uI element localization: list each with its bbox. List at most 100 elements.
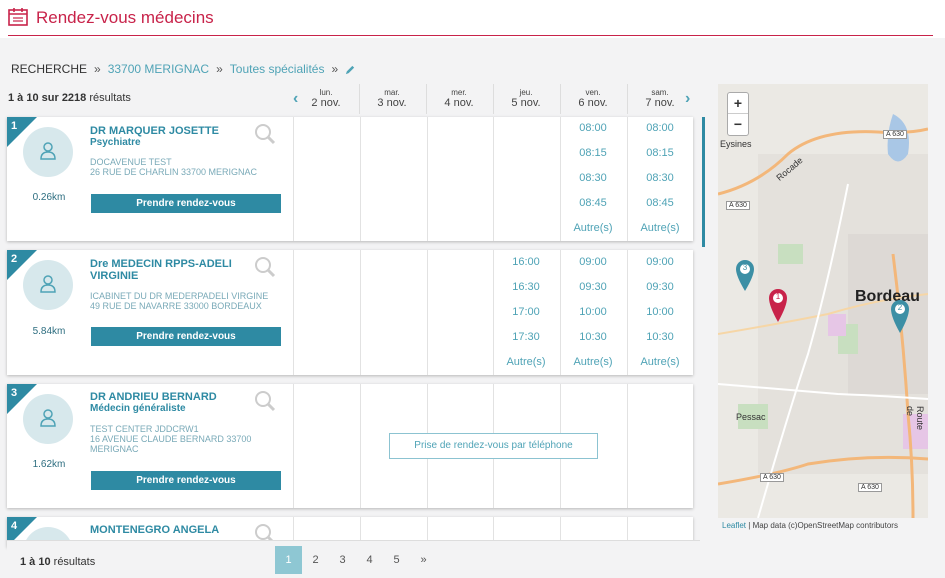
column-divider [627,384,628,508]
map[interactable]: + − Eysines Rocade Bordeau Pessac Route … [718,84,928,518]
time-slot[interactable]: 10:30 [627,331,693,343]
column-divider [493,117,494,241]
more-slots-link[interactable]: Autre(s) [627,222,693,234]
map-marker[interactable]: 2 [889,298,911,334]
pagination-bar: 1 à 10 résultats 1 2 3 4 5 » [7,540,700,578]
book-appointment-button[interactable]: Prendre rendez-vous [91,471,281,490]
time-slot[interactable]: 16:30 [493,281,559,293]
breadcrumb-specialty[interactable]: Toutes spécialités [230,62,325,76]
column-divider [427,117,428,241]
time-slot[interactable]: 17:00 [493,306,559,318]
next-week-chevron-icon[interactable]: › [685,90,690,108]
doctor-card: 3 1.62km DR ANDRIEU BERNARD Médecin géné… [7,384,693,508]
time-slot[interactable]: 09:00 [560,256,626,268]
column-divider [360,250,361,375]
doctor-address-1: ICABINET DU DR MEDERPADELI VIRGINE [90,291,269,301]
road-shield: A 630 [726,201,750,210]
column-divider [360,117,361,241]
time-slot[interactable]: 08:15 [627,147,693,159]
search-icon[interactable] [254,390,276,412]
rank-number: 2 [11,253,18,265]
search-icon[interactable] [254,256,276,278]
time-slot[interactable]: 08:45 [560,197,626,209]
distance: 1.62km [32,459,66,470]
time-slot[interactable]: 10:00 [627,306,693,318]
breadcrumb: RECHERCHE » 33700 MERIGNAC » Toutes spéc… [11,62,356,76]
doctor-address-2: 16 AVENUE CLAUDE BERNARD 33700 MERIGNAC [90,434,252,454]
book-appointment-button[interactable]: Prendre rendez-vous [91,194,281,213]
avatar [23,127,73,177]
time-slot[interactable]: 08:45 [627,197,693,209]
zoom-in-button[interactable]: + [728,93,748,114]
day-column-header: mar. 3 nov. [377,88,407,109]
time-slot[interactable]: 08:30 [627,172,693,184]
time-slot[interactable]: 08:15 [560,147,626,159]
day-header: ‹ lun. 2 nov. mar. 3 nov. mer. 4 nov. jeu. 5… [293,84,700,114]
distance: 5.84km [32,326,66,337]
bottom-results-count: 1 à 10 résultats [20,556,96,568]
road-shield: A 630 [883,130,907,139]
page-1-button[interactable]: 1 [275,546,302,574]
page-3-button[interactable]: 3 [329,546,356,574]
page-4-button[interactable]: 4 [356,546,383,574]
day-column-header: mer. 4 nov. [444,88,474,109]
more-slots-link[interactable]: Autre(s) [493,356,559,368]
pagination: 1 2 3 4 5 » [275,546,437,574]
map-label-pessac: Pessac [736,412,766,422]
search-icon[interactable] [254,123,276,145]
time-slot[interactable]: 09:30 [627,281,693,293]
day-column-header: jeu. 5 nov. [511,88,541,109]
time-slot[interactable]: 09:00 [627,256,693,268]
doctor-address-2: 26 RUE DE CHARLIN 33700 MERIGNAC [90,167,258,177]
more-slots-link[interactable]: Autre(s) [560,222,626,234]
phone-booking-button[interactable]: Prise de rendez-vous par téléphone [389,433,598,459]
doctor-specialty: Psychiatre [90,137,141,148]
road-shield: A 630 [760,473,784,482]
book-appointment-button[interactable]: Prendre rendez-vous [91,327,281,346]
avatar [23,260,73,310]
column-divider [293,384,294,508]
time-slot[interactable]: 10:00 [560,306,626,318]
time-slot[interactable]: 16:00 [493,256,559,268]
time-slot[interactable]: 10:30 [560,331,626,343]
user-icon [40,142,56,160]
page-5-button[interactable]: 5 [383,546,410,574]
map-marker[interactable]: 1 [767,287,789,323]
zoom-out-button[interactable]: − [728,114,748,135]
page-2-button[interactable]: 2 [302,546,329,574]
map-marker[interactable]: 3 [734,258,756,292]
breadcrumb-root[interactable]: RECHERCHE [11,62,87,76]
time-slot[interactable]: 09:30 [560,281,626,293]
doctor-name[interactable]: DR MARQUER JOSETTE [90,125,240,137]
more-slots-link[interactable]: Autre(s) [627,356,693,368]
results-count: 1 à 10 sur 2218 résultats [8,92,131,104]
rank-number: 4 [11,520,18,532]
results-scrollbar[interactable] [702,117,705,247]
map-zoom-controls: + − [727,92,749,136]
pencil-icon[interactable] [345,64,356,75]
time-slot[interactable]: 08:30 [560,172,626,184]
map-label-eysines: Eysines [720,139,752,149]
column-divider [360,384,361,508]
doctor-name[interactable]: DR ANDRIEU BERNARD [90,391,240,403]
breadcrumb-separator: » [94,62,101,76]
time-slot[interactable]: 08:00 [627,122,693,134]
doctor-specialty: Médecin généraliste [90,403,186,414]
breadcrumb-location[interactable]: 33700 MERIGNAC [108,62,209,76]
time-slot[interactable]: 08:00 [560,122,626,134]
map-attribution: Leaflet | Map data (c)OpenStreetMap cont… [722,521,898,530]
doctor-name[interactable]: Dre MEDECIN RPPS-ADELI VIRGINIE [90,258,240,282]
more-slots-link[interactable]: Autre(s) [560,356,626,368]
user-icon [40,275,56,293]
next-pages-button[interactable]: » [410,546,437,574]
doctor-card: 1 0.26km DR MARQUER JOSETTE Psychiatre D… [7,117,693,241]
doctor-address-2: 49 RUE DE NAVARRE 33000 BORDEAUX [90,301,262,311]
day-column-header: lun. 2 nov. [311,88,341,109]
time-slot[interactable]: 17:30 [493,331,559,343]
column-divider [293,250,294,375]
day-column-header: ven. 6 nov. [578,88,608,109]
leaflet-link[interactable]: Leaflet [722,521,746,530]
breadcrumb-separator: » [331,62,339,76]
day-column-header: sam. 7 nov. [645,88,675,109]
doctor-name[interactable]: MONTENEGRO ANGELA [90,524,240,536]
